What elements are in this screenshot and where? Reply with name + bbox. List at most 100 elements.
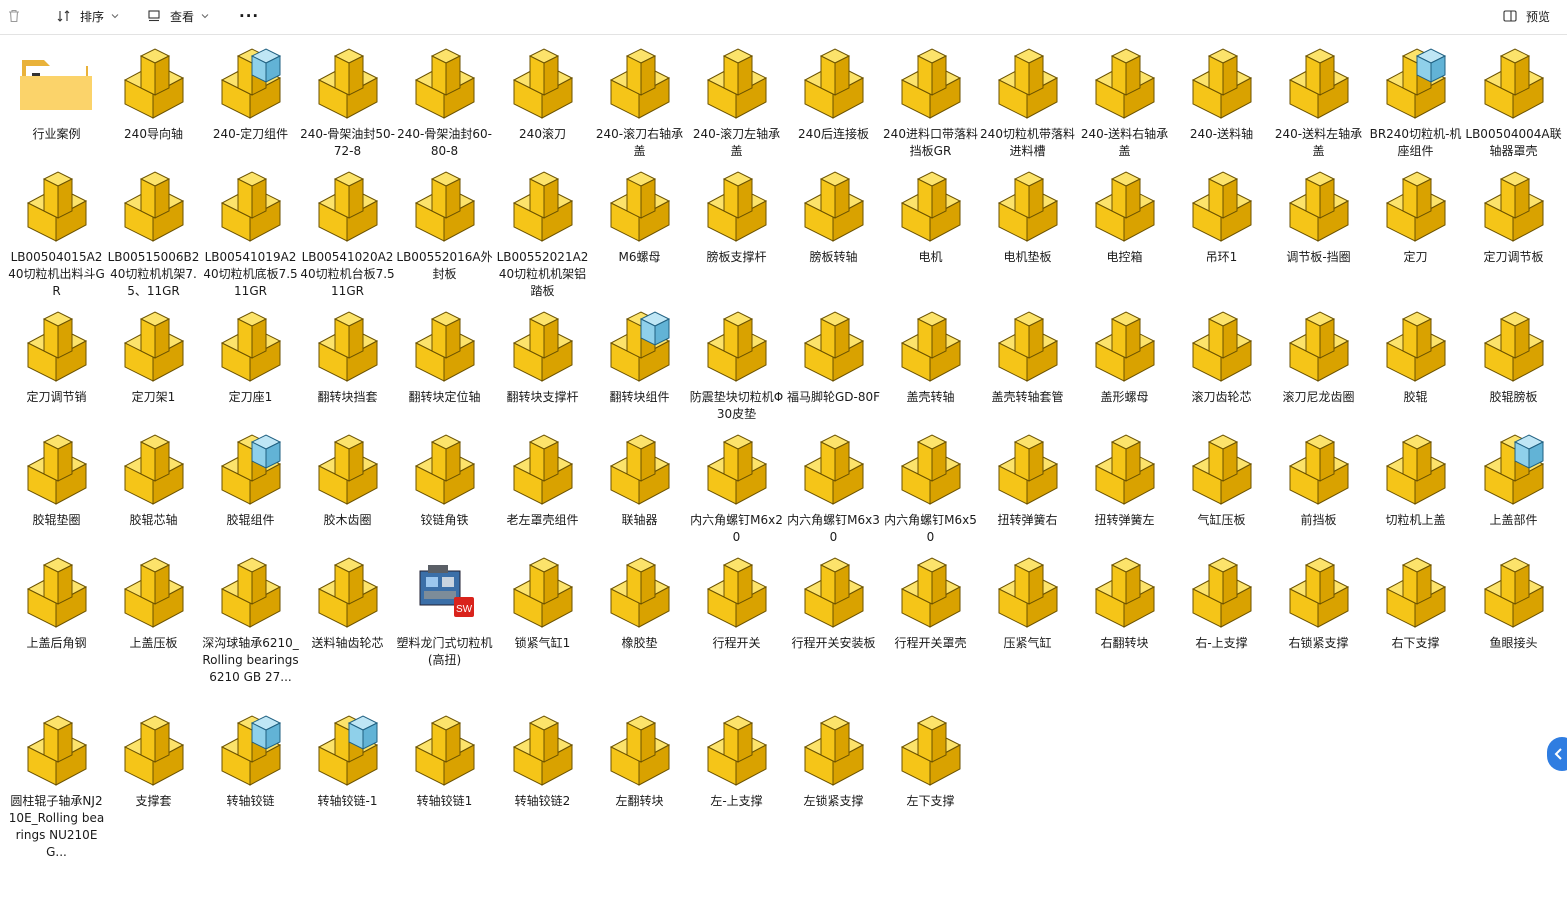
file-item[interactable]: 240后连接板 xyxy=(785,46,882,171)
file-item[interactable]: 定刀调节板 xyxy=(1465,169,1562,294)
file-item[interactable]: 右-上支撑 xyxy=(1173,555,1270,680)
file-item[interactable]: 膀板支撑杆 xyxy=(688,169,785,294)
file-item[interactable]: 铰链角铁 xyxy=(396,432,493,557)
file-item[interactable]: 转轴铰链-1 xyxy=(299,713,396,838)
file-item-label: 电控箱 xyxy=(1106,250,1143,264)
file-item[interactable]: 内六角螺钉M6x20 xyxy=(688,432,785,557)
file-item[interactable]: 上盖部件 xyxy=(1465,432,1562,557)
file-item[interactable]: 定刀座1 xyxy=(202,309,299,434)
file-item[interactable]: 扭转弹簧右 xyxy=(979,432,1076,557)
file-item[interactable]: LB00504015A240切粒机出料斗GR xyxy=(8,169,105,298)
file-item[interactable]: 胶辊膀板 xyxy=(1465,309,1562,434)
file-item[interactable]: 定刀架1 xyxy=(105,309,202,434)
file-item[interactable]: LB00541020A240切粒机台板7.511GR xyxy=(299,169,396,298)
file-item[interactable]: 前挡板 xyxy=(1270,432,1367,557)
file-item[interactable]: 右翻转块 xyxy=(1076,555,1173,680)
file-item[interactable]: 压紧气缸 xyxy=(979,555,1076,680)
side-panel-handle[interactable] xyxy=(1547,737,1567,771)
file-item-label: 翻转块支撑杆 xyxy=(506,390,579,404)
file-item[interactable]: 左-上支撑 xyxy=(688,713,785,838)
file-item[interactable]: 深沟球轴承6210_Rolling bearings 6210 GB 27... xyxy=(202,555,299,684)
file-item[interactable]: 盖壳转轴 xyxy=(882,309,979,434)
file-item[interactable]: 240-骨架油封60-80-8 xyxy=(396,46,493,171)
file-item[interactable]: 上盖后角钢 xyxy=(8,555,105,680)
file-item[interactable]: 切粒机上盖 xyxy=(1367,432,1464,557)
file-item[interactable]: 内六角螺钉M6x50 xyxy=(882,432,979,557)
file-item[interactable]: 防震垫块切粒机Φ30皮垫 xyxy=(688,309,785,434)
file-item[interactable]: 胶辊 xyxy=(1367,309,1464,434)
sort-button[interactable]: 排序 xyxy=(56,3,120,29)
file-item[interactable]: 240切粒机带落料进料槽 xyxy=(979,46,1076,171)
file-item[interactable]: 吊环1 xyxy=(1173,169,1270,294)
file-item[interactable]: 240导向轴 xyxy=(105,46,202,171)
file-item[interactable]: 内六角螺钉M6x30 xyxy=(785,432,882,557)
file-item[interactable]: 胶辊组件 xyxy=(202,432,299,557)
file-item[interactable]: LB00541019A240切粒机底板7.511GR xyxy=(202,169,299,298)
preview-pane-button[interactable]: 预览 xyxy=(1502,3,1550,29)
file-item[interactable]: 鱼眼接头 xyxy=(1465,555,1562,680)
file-item[interactable]: 转轴铰链2 xyxy=(494,713,591,838)
file-item[interactable]: 胶辊芯轴 xyxy=(105,432,202,557)
file-item[interactable]: 橡胶垫 xyxy=(591,555,688,680)
file-item[interactable]: 240-骨架油封50-72-8 xyxy=(299,46,396,171)
file-item[interactable]: 电机 xyxy=(882,169,979,294)
file-item[interactable]: 行业案例 xyxy=(8,46,105,171)
file-item[interactable]: 滚刀齿轮芯 xyxy=(1173,309,1270,434)
file-item[interactable]: 膀板转轴 xyxy=(785,169,882,294)
file-item[interactable]: 240-定刀组件 xyxy=(202,46,299,171)
file-item[interactable]: 右下支撑 xyxy=(1367,555,1464,680)
file-item[interactable]: 行程开关安装板 xyxy=(785,555,882,680)
file-item[interactable]: 240滚刀 xyxy=(494,46,591,171)
file-item[interactable]: 行程开关罩壳 xyxy=(882,555,979,680)
chevron-left-icon xyxy=(1554,748,1562,760)
file-item[interactable]: 行程开关 xyxy=(688,555,785,680)
file-item[interactable]: 定刀 xyxy=(1367,169,1464,294)
file-item[interactable]: 左锁紧支撑 xyxy=(785,713,882,838)
file-item[interactable]: LB00504004A联轴器罩壳 xyxy=(1465,46,1562,171)
file-item[interactable]: 滚刀尼龙齿圈 xyxy=(1270,309,1367,434)
file-item[interactable]: 福马脚轮GD-80F xyxy=(785,309,882,434)
file-item[interactable]: 翻转块定位轴 xyxy=(396,309,493,434)
file-item[interactable]: 左翻转块 xyxy=(591,713,688,838)
file-item[interactable]: 老左罩壳组件 xyxy=(494,432,591,557)
file-item[interactable]: 锁紧气缸1 xyxy=(494,555,591,680)
file-item[interactable]: 调节板-挡圈 xyxy=(1270,169,1367,294)
file-item[interactable]: 240-送料轴 xyxy=(1173,46,1270,171)
file-item[interactable]: 翻转块组件 xyxy=(591,309,688,434)
file-item[interactable]: SW 塑料龙门式切粒机(高扭) xyxy=(396,555,493,680)
file-item[interactable]: 右锁紧支撑 xyxy=(1270,555,1367,680)
file-item[interactable]: 胶木齿圈 xyxy=(299,432,396,557)
file-item[interactable]: 转轴铰链 xyxy=(202,713,299,838)
file-item[interactable]: 盖形螺母 xyxy=(1076,309,1173,434)
file-item[interactable]: BR240切粒机-机座组件 xyxy=(1367,46,1464,171)
file-item[interactable]: 翻转块支撑杆 xyxy=(494,309,591,434)
file-item[interactable]: 240进料口带落料挡板GR xyxy=(882,46,979,171)
file-item[interactable]: 联轴器 xyxy=(591,432,688,557)
file-item[interactable]: 送料轴齿轮芯 xyxy=(299,555,396,680)
file-item[interactable]: 240-滚刀右轴承盖 xyxy=(591,46,688,171)
file-item[interactable]: 扭转弹簧左 xyxy=(1076,432,1173,557)
file-item[interactable]: 盖壳转轴套管 xyxy=(979,309,1076,434)
chevron-down-icon xyxy=(111,14,119,19)
file-item[interactable]: 转轴铰链1 xyxy=(396,713,493,838)
file-item[interactable]: LB00552021A240切粒机机架铝踏板 xyxy=(494,169,591,298)
file-item[interactable]: 定刀调节销 xyxy=(8,309,105,434)
file-item[interactable]: LB00515006B240切粒机机架7.5、11GR xyxy=(105,169,202,298)
file-item[interactable]: 圆柱辊子轴承NJ210E_Rolling bearings NU210E G..… xyxy=(8,713,105,859)
file-item[interactable]: 240-送料左轴承盖 xyxy=(1270,46,1367,171)
file-item[interactable]: M6螺母 xyxy=(591,169,688,294)
more-options-button[interactable]: ··· xyxy=(239,3,259,29)
file-item[interactable]: 翻转块挡套 xyxy=(299,309,396,434)
delete-button[interactable] xyxy=(6,3,22,29)
file-item[interactable]: 左下支撑 xyxy=(882,713,979,838)
file-item[interactable]: LB00552016A外封板 xyxy=(396,169,493,294)
file-item[interactable]: 电机垫板 xyxy=(979,169,1076,294)
file-item[interactable]: 气缸压板 xyxy=(1173,432,1270,557)
file-item[interactable]: 胶辊垫圈 xyxy=(8,432,105,557)
view-button[interactable]: 查看 xyxy=(146,3,210,29)
file-item[interactable]: 240-送料右轴承盖 xyxy=(1076,46,1173,171)
file-item[interactable]: 电控箱 xyxy=(1076,169,1173,294)
file-item[interactable]: 支撑套 xyxy=(105,713,202,838)
file-item[interactable]: 240-滚刀左轴承盖 xyxy=(688,46,785,171)
file-item[interactable]: 上盖压板 xyxy=(105,555,202,680)
